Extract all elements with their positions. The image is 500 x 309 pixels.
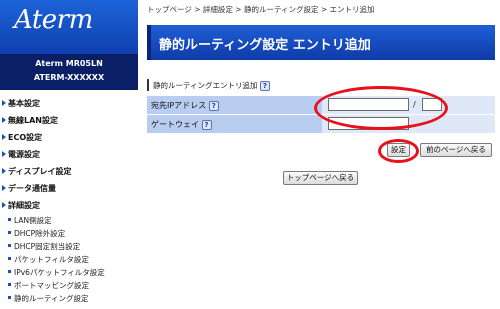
section-label: 静的ルーティングエントリ追加 ? bbox=[153, 80, 270, 91]
help-icon[interactable]: ? bbox=[201, 120, 212, 130]
help-icon[interactable]: ? bbox=[208, 101, 219, 111]
arrow-right-icon bbox=[2, 202, 6, 208]
sidebar-item-display[interactable]: ディスプレイ設定 bbox=[2, 166, 71, 177]
dest-ip-value-cell: / bbox=[322, 96, 495, 114]
bullet-icon bbox=[8, 218, 11, 221]
model-name: Aterm MR05LN bbox=[35, 59, 103, 68]
sidebar: Aterm Aterm MR05LN ATERM-XXXXXX 基本設定 無線L… bbox=[0, 0, 138, 309]
sidebar-item-power[interactable]: 電源設定 bbox=[2, 149, 40, 160]
bullet-icon bbox=[8, 244, 11, 247]
dest-ip-label-cell: 宛先IPアドレス ? bbox=[147, 96, 322, 114]
sidebar-item-label: 無線LAN設定 bbox=[8, 116, 58, 125]
back-button[interactable]: 前のページへ戻る bbox=[420, 143, 492, 157]
arrow-right-icon bbox=[2, 100, 6, 106]
sidebar-item-label: ECO設定 bbox=[8, 133, 43, 142]
sidebar-item-label: データ通信量 bbox=[8, 184, 56, 193]
bullet-icon bbox=[8, 257, 11, 260]
sidebar-item-label: 基本設定 bbox=[8, 99, 40, 108]
subnet-mask-input[interactable] bbox=[422, 98, 442, 111]
bullet-icon bbox=[8, 296, 11, 299]
page-title: 静的ルーティング設定 エントリ追加 bbox=[159, 38, 371, 53]
section-marker bbox=[147, 79, 149, 91]
dest-ip-label-text: 宛先IPアドレス bbox=[151, 101, 207, 110]
arrow-right-icon bbox=[2, 168, 6, 174]
sidebar-item-wireless[interactable]: 無線LAN設定 bbox=[2, 115, 58, 126]
sidebar-subitem-label: ポートマッピング設定 bbox=[14, 281, 89, 290]
sidebar-item-data-usage[interactable]: データ通信量 bbox=[2, 183, 56, 194]
bullet-icon bbox=[8, 283, 11, 286]
sidebar-subitem-packet-filter[interactable]: パケットフィルタ設定 bbox=[8, 254, 89, 265]
help-icon[interactable]: ? bbox=[259, 81, 270, 91]
gateway-label-text: ゲートウェイ bbox=[151, 120, 199, 129]
sidebar-item-eco[interactable]: ECO設定 bbox=[2, 132, 42, 143]
dest-ip-input[interactable] bbox=[328, 98, 409, 111]
sidebar-subitem-ipv6-filter[interactable]: IPv6パケットフィルタ設定 bbox=[8, 267, 105, 278]
sidebar-subitem-label: LAN側設定 bbox=[14, 216, 52, 225]
gateway-label-cell: ゲートウェイ ? bbox=[147, 115, 322, 133]
aterm-logo: Aterm bbox=[14, 5, 93, 35]
sidebar-item-label: 電源設定 bbox=[8, 150, 40, 159]
arrow-right-icon bbox=[2, 151, 6, 157]
sidebar-item-label: 詳細設定 bbox=[8, 201, 40, 210]
gateway-input[interactable] bbox=[328, 117, 409, 130]
arrow-right-icon bbox=[2, 117, 6, 123]
sidebar-subitem-dhcp-exclude[interactable]: DHCP除外設定 bbox=[8, 228, 65, 239]
sidebar-subitem-port-mapping[interactable]: ポートマッピング設定 bbox=[8, 280, 89, 291]
sidebar-subitem-label: 静的ルーティング設定 bbox=[14, 294, 89, 303]
gateway-label: ゲートウェイ ? bbox=[151, 119, 212, 130]
device-name: ATERM-XXXXXX bbox=[33, 73, 105, 82]
section-header: 静的ルーティングエントリ追加 ? bbox=[147, 78, 495, 92]
dest-ip-label: 宛先IPアドレス ? bbox=[151, 100, 219, 111]
sidebar-subitem-label: パケットフィルタ設定 bbox=[14, 255, 89, 264]
dest-ip-row: 宛先IPアドレス ? / bbox=[147, 96, 495, 115]
gateway-value-cell bbox=[322, 115, 495, 133]
sidebar-item-basic[interactable]: 基本設定 bbox=[2, 98, 40, 109]
section-label-text: 静的ルーティングエントリ追加 bbox=[153, 81, 258, 90]
gateway-row: ゲートウェイ ? bbox=[147, 115, 495, 134]
sidebar-subitem-dhcp-fixed[interactable]: DHCP固定割当設定 bbox=[8, 241, 80, 252]
sidebar-item-label: ディスプレイ設定 bbox=[8, 167, 72, 176]
arrow-right-icon bbox=[2, 185, 6, 191]
sidebar-subitem-label: DHCP除外設定 bbox=[14, 229, 66, 238]
sidebar-subitem-label: IPv6パケットフィルタ設定 bbox=[14, 268, 105, 277]
bullet-icon bbox=[8, 270, 11, 273]
bullet-icon bbox=[8, 231, 11, 234]
breadcrumb: トップページ > 詳細設定 > 静的ルーティング設定 > エントリ追加 bbox=[147, 5, 375, 14]
logo-area: Aterm bbox=[0, 0, 138, 54]
top-page-button[interactable]: トップページへ戻る bbox=[283, 171, 358, 185]
model-info: Aterm MR05LN ATERM-XXXXXX bbox=[0, 54, 138, 90]
sidebar-subitem-static-routing[interactable]: 静的ルーティング設定 bbox=[8, 293, 89, 304]
sidebar-subitem-label: DHCP固定割当設定 bbox=[14, 242, 81, 251]
arrow-right-icon bbox=[2, 134, 6, 140]
sidebar-item-advanced[interactable]: 詳細設定 bbox=[2, 200, 40, 211]
sidebar-subitem-lan[interactable]: LAN側設定 bbox=[8, 215, 52, 226]
slash-separator: / bbox=[413, 100, 416, 109]
save-button[interactable]: 設定 bbox=[387, 143, 410, 157]
title-bar: 静的ルーティング設定 エントリ追加 bbox=[147, 25, 495, 60]
